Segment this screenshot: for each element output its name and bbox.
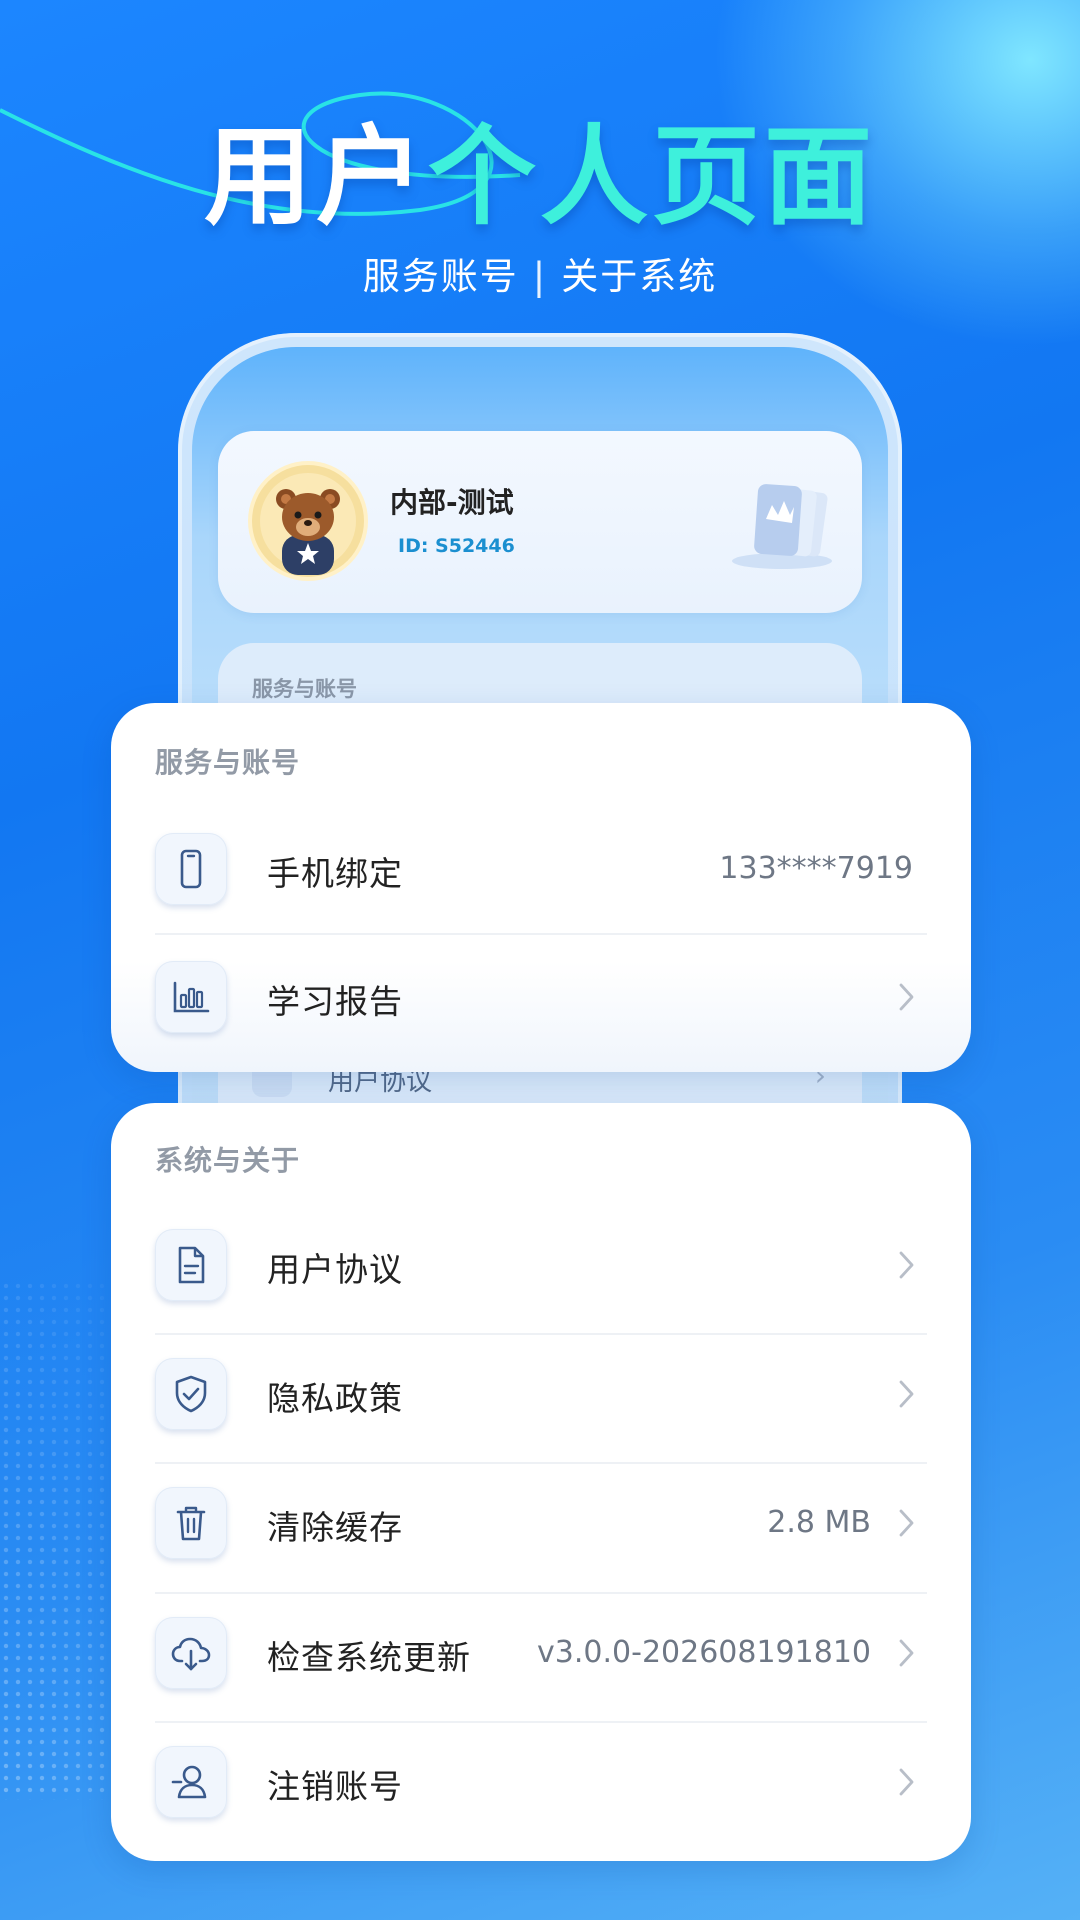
hero-subtitle-separator: | bbox=[532, 255, 548, 298]
bear-avatar-icon bbox=[260, 473, 356, 575]
profile-id: ID: S52446 bbox=[398, 535, 515, 557]
row-phone-binding[interactable]: 手机绑定 133****7919 bbox=[155, 809, 927, 937]
profile-card[interactable]: 内部-测试 ID: S52446 bbox=[218, 431, 862, 613]
chevron-right-icon bbox=[899, 983, 914, 1011]
trash-icon bbox=[155, 1487, 227, 1559]
avatar[interactable] bbox=[252, 465, 364, 577]
service-account-card: 服务与账号 手机绑定 133****7919 学习报告 bbox=[111, 703, 971, 1072]
row-value: 2.8 MB bbox=[767, 1505, 871, 1540]
hero-subtitle-left: 服务账号 bbox=[362, 255, 519, 298]
hero-title-cyan: 个人页面 bbox=[428, 115, 877, 240]
row-label: 检查系统更新 bbox=[267, 1638, 471, 1677]
user-remove-icon bbox=[155, 1746, 227, 1818]
row-label: 手机绑定 bbox=[267, 854, 403, 893]
row-check-update[interactable]: 检查系统更新 v3.0.0-202608191810 bbox=[155, 1593, 927, 1721]
system-section-title: 系统与关于 bbox=[155, 1144, 301, 1177]
row-label: 用户协议 bbox=[267, 1250, 403, 1289]
service-section-title: 服务与账号 bbox=[155, 746, 301, 779]
behind-section-title: 服务与账号 bbox=[252, 677, 357, 701]
shield-check-icon bbox=[155, 1358, 227, 1430]
row-value: 133****7919 bbox=[719, 851, 913, 886]
chevron-right-icon bbox=[899, 1380, 914, 1408]
bar-chart-icon bbox=[155, 961, 227, 1033]
hero-subtitle: 服务账号 | 关于系统 bbox=[0, 246, 1080, 300]
chevron-right-icon bbox=[899, 1251, 914, 1279]
phone-icon bbox=[155, 833, 227, 905]
profile-name: 内部-测试 bbox=[390, 486, 514, 519]
row-delete-account[interactable]: 注销账号 bbox=[155, 1722, 927, 1850]
chevron-right-icon bbox=[899, 1768, 914, 1796]
row-label: 清除缓存 bbox=[267, 1508, 403, 1547]
cloud-download-icon bbox=[155, 1617, 227, 1689]
document-icon bbox=[155, 1229, 227, 1301]
row-user-agreement[interactable]: 用户协议 bbox=[155, 1205, 927, 1333]
chevron-right-icon bbox=[899, 1509, 914, 1537]
row-value: v3.0.0-202608191810 bbox=[537, 1635, 871, 1670]
row-clear-cache[interactable]: 清除缓存 2.8 MB bbox=[155, 1463, 927, 1591]
row-label: 注销账号 bbox=[267, 1767, 403, 1806]
divider bbox=[155, 933, 927, 935]
system-about-card: 系统与关于 用户协议 隐私政策 清除缓存 2.8 MB 检查系统更新 v3.0.… bbox=[111, 1103, 971, 1861]
hero-title: 用户个人页面 bbox=[0, 118, 1080, 238]
hero-subtitle-right: 关于系统 bbox=[561, 255, 718, 298]
chevron-right-icon bbox=[899, 1639, 914, 1667]
row-label: 隐私政策 bbox=[267, 1379, 403, 1418]
row-label: 学习报告 bbox=[267, 982, 403, 1021]
row-privacy-policy[interactable]: 隐私政策 bbox=[155, 1334, 927, 1462]
vip-crown-badge-icon[interactable] bbox=[730, 475, 840, 575]
hero-title-white: 用户 bbox=[203, 115, 428, 240]
row-study-report[interactable]: 学习报告 bbox=[155, 937, 927, 1065]
